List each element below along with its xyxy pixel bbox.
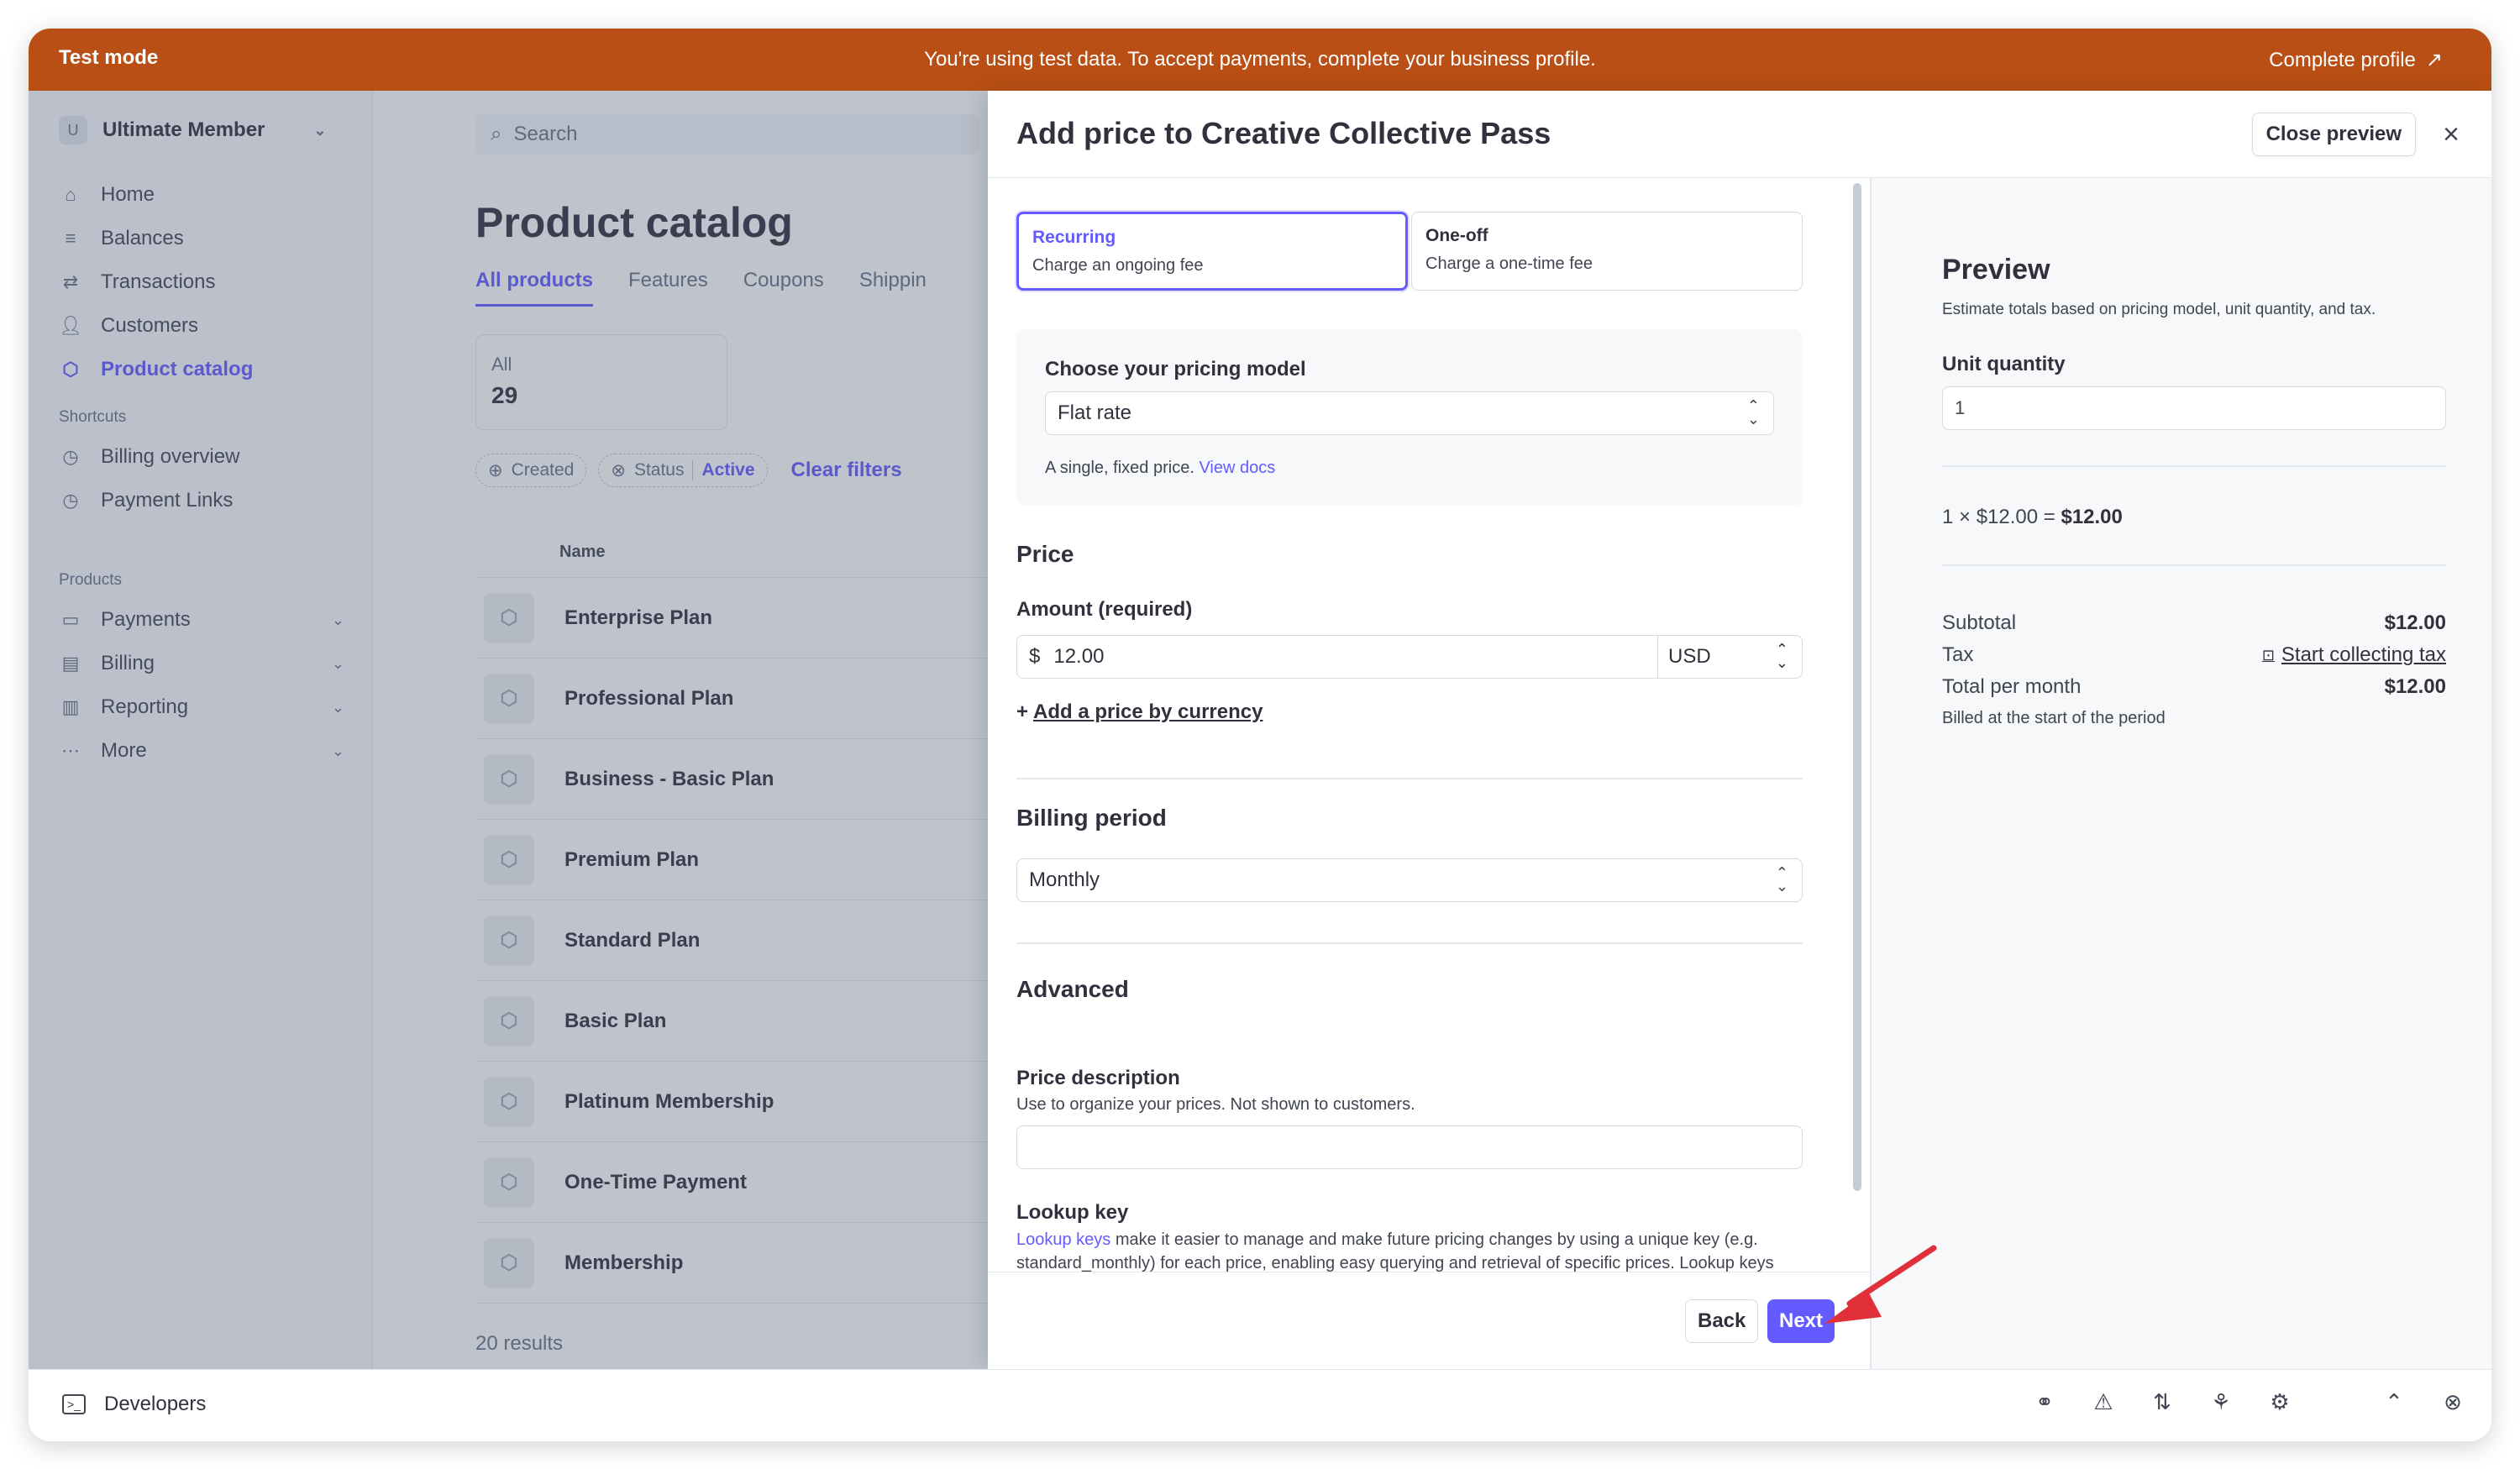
billing-period-select[interactable]: Monthly ⌃ ⌄ xyxy=(1016,858,1803,902)
pricing-model-hint: A single, fixed price. View docs xyxy=(1045,459,1774,478)
start-collecting-tax-label: Start collecting tax xyxy=(2281,643,2446,666)
modal-title: Add price to Creative Collective Pass xyxy=(1016,116,1551,150)
sort-icon[interactable]: ⇅ xyxy=(2149,1388,2176,1415)
annotation-arrow-icon xyxy=(1824,1245,1937,1324)
price-section-title: Price xyxy=(1016,541,1074,567)
calculation-text: 1 × $12.00 = xyxy=(1942,506,2061,528)
complete-profile-link[interactable]: Complete profile ↗ xyxy=(2269,48,2443,72)
divider xyxy=(1942,564,2446,566)
pricing-model-hint-text: A single, fixed price. xyxy=(1045,459,1194,477)
tax-icon: ⊡ xyxy=(2261,646,2275,664)
preview-pane: Preview Estimate totals based on pricing… xyxy=(1872,178,2491,1369)
divider xyxy=(1016,942,1803,944)
add-price-by-currency-label: Add a price by currency xyxy=(1033,700,1263,723)
billing-period-title: Billing period xyxy=(1016,805,1167,831)
start-collecting-tax-link[interactable]: ⊡ Start collecting tax xyxy=(2262,643,2446,667)
tax-label: Tax xyxy=(1942,643,1974,666)
pricing-model-value: Flat rate xyxy=(1058,401,1132,424)
amount-input[interactable]: $ 12.00 xyxy=(1017,636,1657,678)
amount-field: $ 12.00 USD ⌃ ⌄ xyxy=(1016,635,1803,679)
close-circle-icon[interactable]: ⊗ xyxy=(2439,1388,2466,1415)
price-description-hint: Use to organize your prices. Not shown t… xyxy=(1016,1095,1415,1114)
one-off-option-subtitle: Charge a one-time fee xyxy=(1425,254,1593,273)
currency-value: USD xyxy=(1668,645,1711,668)
lookup-key-label: Lookup key xyxy=(1016,1201,1129,1224)
terminal-icon: >_ xyxy=(62,1394,86,1414)
up-down-icon: ⌃ ⌄ xyxy=(1775,641,1788,671)
billed-note: Billed at the start of the period xyxy=(1942,709,2166,727)
billing-period-field: Monthly ⌃ ⌄ xyxy=(1016,858,1803,902)
preview-title: Preview xyxy=(1942,254,2050,286)
amount-value: 12.00 xyxy=(1053,645,1105,668)
calculation-total: $12.00 xyxy=(2061,506,2123,528)
developers-label: Developers xyxy=(104,1393,207,1415)
external-arrow-icon: ↗ xyxy=(2425,49,2443,71)
tax-row: Tax ⊡ Start collecting tax xyxy=(1942,643,2446,667)
divider xyxy=(1016,778,1803,779)
close-preview-button[interactable]: Close preview xyxy=(2251,113,2416,156)
one-off-option[interactable]: One-off Charge a one-time fee xyxy=(1411,212,1803,291)
pricing-model-label: Choose your pricing model xyxy=(1045,358,1306,380)
close-icon[interactable]: × xyxy=(2433,116,2470,153)
pricing-model-select[interactable]: Flat rate ⌃ ⌄ xyxy=(1045,391,1774,435)
divider xyxy=(1942,465,2446,467)
total-label: Total per month xyxy=(1942,675,2082,698)
subtotal-label: Subtotal xyxy=(1942,611,2017,634)
currency-symbol: $ xyxy=(1029,645,1041,668)
plus-icon: + xyxy=(1016,700,1029,723)
lookup-key-hint-text: make it easier to manage and make future… xyxy=(1016,1230,1774,1272)
form-footer: Back Next xyxy=(988,1272,1870,1369)
unit-quantity-label: Unit quantity xyxy=(1942,353,2066,375)
quantity-calculation: 1 × $12.00 = $12.00 xyxy=(1942,506,2123,529)
price-form: Recurring Charge an ongoing fee One-off … xyxy=(988,178,1848,1272)
settings-icon[interactable]: ⚙ xyxy=(2266,1388,2293,1415)
developer-bar: >_ Developers ⚭ ⚠ ⇅ ⚘ ⚙ ⌃ ⊗ xyxy=(29,1369,2491,1441)
up-down-icon: ⌃ ⌄ xyxy=(1775,864,1788,895)
test-mode-message: You're using test data. To accept paymen… xyxy=(924,48,1596,71)
lookup-key-hint: Lookup keys make it easier to manage and… xyxy=(1016,1228,1806,1272)
developer-tools: ⚭ ⚠ ⇅ ⚘ ⚙ ⌃ ⊗ xyxy=(2031,1388,2466,1415)
total-row: Total per month $12.00 xyxy=(1942,675,2446,699)
recurring-option-title: Recurring xyxy=(1032,228,1116,247)
back-button[interactable]: Back xyxy=(1685,1299,1759,1343)
currency-select[interactable]: USD ⌃ ⌄ xyxy=(1657,636,1802,678)
recurring-option-subtitle: Charge an ongoing fee xyxy=(1032,256,1204,275)
preview-subtitle: Estimate totals based on pricing model, … xyxy=(1942,301,2376,318)
developers-button[interactable]: >_ Developers xyxy=(62,1393,206,1416)
webhook-icon[interactable]: ⚘ xyxy=(2208,1388,2234,1415)
subtotal-value: $12.00 xyxy=(2384,611,2446,634)
price-form-pane: Recurring Charge an ongoing fee One-off … xyxy=(988,178,1870,1369)
collapse-icon[interactable]: ⌃ xyxy=(2381,1388,2407,1415)
binoculars-icon[interactable]: ⚭ xyxy=(2031,1388,2058,1415)
up-down-icon: ⌃ ⌄ xyxy=(1746,397,1760,428)
test-mode-banner: Test mode You're using test data. To acc… xyxy=(29,29,2491,91)
one-off-option-title: One-off xyxy=(1425,226,1488,245)
form-scrollbar[interactable] xyxy=(1853,183,1861,1191)
unit-quantity-input[interactable]: 1 xyxy=(1942,386,2446,430)
add-price-by-currency-link[interactable]: + Add a price by currency xyxy=(1016,700,1263,724)
amount-label: Amount (required) xyxy=(1016,598,1193,621)
warning-icon[interactable]: ⚠ xyxy=(2090,1388,2117,1415)
lookup-keys-link[interactable]: Lookup keys xyxy=(1016,1230,1110,1249)
price-description-label: Price description xyxy=(1016,1067,1180,1089)
modal-header: Add price to Creative Collective Pass Cl… xyxy=(988,91,2491,178)
billing-period-value: Monthly xyxy=(1029,868,1100,891)
complete-profile-label: Complete profile xyxy=(2269,48,2416,71)
app-window: Test mode You're using test data. To acc… xyxy=(29,29,2491,1441)
advanced-section-title: Advanced xyxy=(1016,976,1129,1002)
price-description-input[interactable] xyxy=(1016,1125,1803,1169)
pricing-model-panel: Choose your pricing model Flat rate ⌃ ⌄ A… xyxy=(1016,329,1803,506)
total-value: $12.00 xyxy=(2384,675,2446,698)
recurring-option[interactable]: Recurring Charge an ongoing fee xyxy=(1016,212,1408,291)
add-price-modal: Add price to Creative Collective Pass Cl… xyxy=(988,91,2491,1369)
view-docs-link[interactable]: View docs xyxy=(1199,459,1275,477)
subtotal-row: Subtotal $12.00 xyxy=(1942,611,2446,635)
